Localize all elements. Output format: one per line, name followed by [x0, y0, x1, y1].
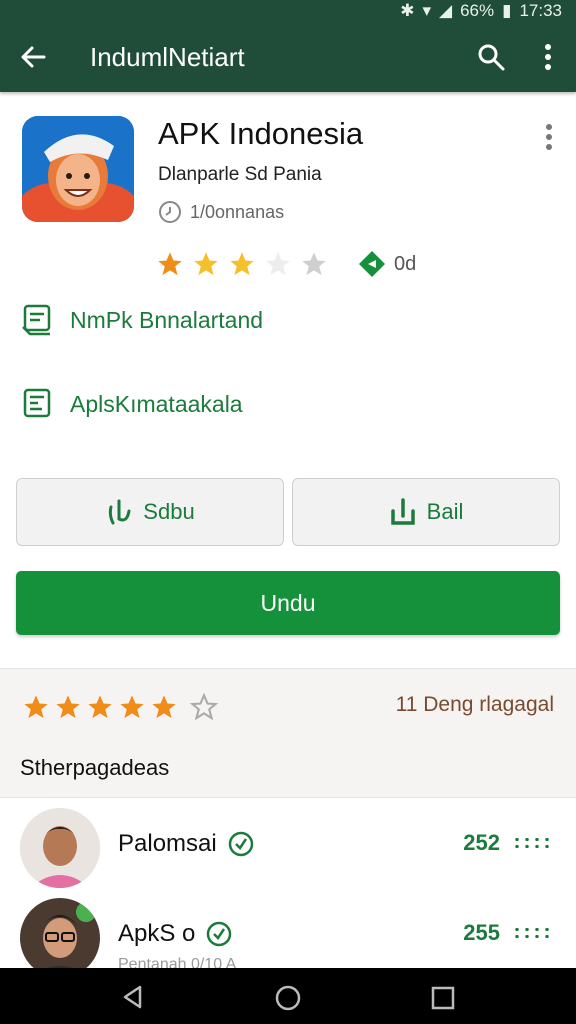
info-line-1[interactable]: NmPk Bnnalartand: [20, 303, 263, 337]
nav-home-icon[interactable]: [274, 984, 302, 1012]
signal-icon: ◢: [438, 1, 453, 20]
user-score: 252: [463, 830, 552, 856]
info-line-2[interactable]: AplsKımataakala: [20, 387, 243, 421]
clock: 17:33: [519, 1, 562, 20]
user-score-text: 252: [463, 830, 500, 855]
star-empty-icon: [266, 252, 290, 276]
star-filled-icon: [158, 252, 182, 276]
app-meta: 1/0onnanas: [158, 200, 284, 224]
document-icon: [22, 304, 51, 336]
star-filled-icon: [194, 252, 218, 276]
secondary-button-right-label: Bail: [426, 499, 464, 524]
system-nav-bar: [0, 968, 576, 1024]
user-name: ApkS o: [118, 920, 233, 948]
file-icon: [23, 388, 51, 418]
rating-badge-text: 0d: [394, 252, 417, 275]
user-score-text: 255: [463, 920, 500, 945]
user-name-text: ApkS o: [118, 920, 196, 947]
card-more-icon[interactable]: [542, 122, 556, 152]
avatar: [20, 808, 100, 888]
search-icon[interactable]: [476, 42, 506, 72]
star-filled-icon: [24, 695, 48, 719]
back-arrow-icon[interactable]: [18, 42, 48, 72]
clock-icon: [159, 201, 181, 223]
secondary-button-left-label: Sdbu: [143, 499, 195, 524]
status-bar: ✱ ▾ ◢ 66% ▮ 17:33: [0, 0, 576, 22]
app-bar: IndumlNetiart: [0, 22, 576, 92]
star-empty-icon: [302, 252, 326, 276]
primary-button[interactable]: Undu: [16, 571, 560, 635]
user-score: 255: [463, 920, 552, 946]
play-badge-icon: [359, 251, 385, 277]
bluetooth-icon: ✱: [400, 1, 415, 20]
star-filled-icon: [56, 695, 80, 719]
star-filled-icon: [230, 252, 254, 276]
user-name-text: Palomsai: [118, 830, 217, 857]
secondary-button-right[interactable]: Bail: [292, 478, 560, 546]
dots-icon: [512, 838, 552, 848]
reviews-section: 11 Deng rlagagal Stherpagadeas: [0, 668, 576, 798]
more-options-icon[interactable]: [538, 42, 558, 72]
star-outline-icon: [190, 693, 218, 721]
avatar: [20, 898, 100, 978]
list-item[interactable]: Palomsai 252: [0, 808, 576, 888]
hand-icon: [109, 499, 131, 525]
user-name: Palomsai: [118, 830, 255, 858]
reviews-heading: Stherpagadeas: [20, 755, 170, 780]
verified-icon: [228, 831, 253, 857]
nav-back-icon[interactable]: [120, 984, 146, 1010]
app-name: APK Indonesia: [158, 116, 364, 151]
nav-recents-icon[interactable]: [430, 985, 456, 1011]
info-line-2-text: AplsKımataakala: [70, 390, 243, 417]
secondary-button-left[interactable]: Sdbu: [16, 478, 284, 546]
dots-icon: [512, 928, 552, 938]
developer-name[interactable]: Dlanparle Sd Pania: [158, 164, 322, 186]
battery-icon: ▮: [502, 1, 512, 20]
star-filled-icon: [152, 695, 176, 719]
info-line-1-text: NmPk Bnnalartand: [70, 306, 264, 333]
review-stars: [22, 693, 218, 721]
app-meta-text: 1/0onnanas: [190, 201, 285, 222]
star-filled-icon: [88, 695, 112, 719]
download-icon: [390, 498, 415, 525]
star-filled-icon: [120, 695, 144, 719]
review-count[interactable]: 11 Deng rlagagal: [396, 693, 554, 717]
app-bar-title: IndumlNetiart: [90, 42, 245, 72]
wifi-icon: ▾: [422, 1, 431, 20]
verified-icon: [207, 921, 232, 947]
rating-badge: 0d: [358, 250, 416, 278]
list-item[interactable]: ApkS o 255: [0, 898, 576, 978]
app-rating: 0d: [156, 250, 416, 278]
battery-level: 66%: [460, 1, 495, 20]
app-icon: [22, 116, 134, 222]
